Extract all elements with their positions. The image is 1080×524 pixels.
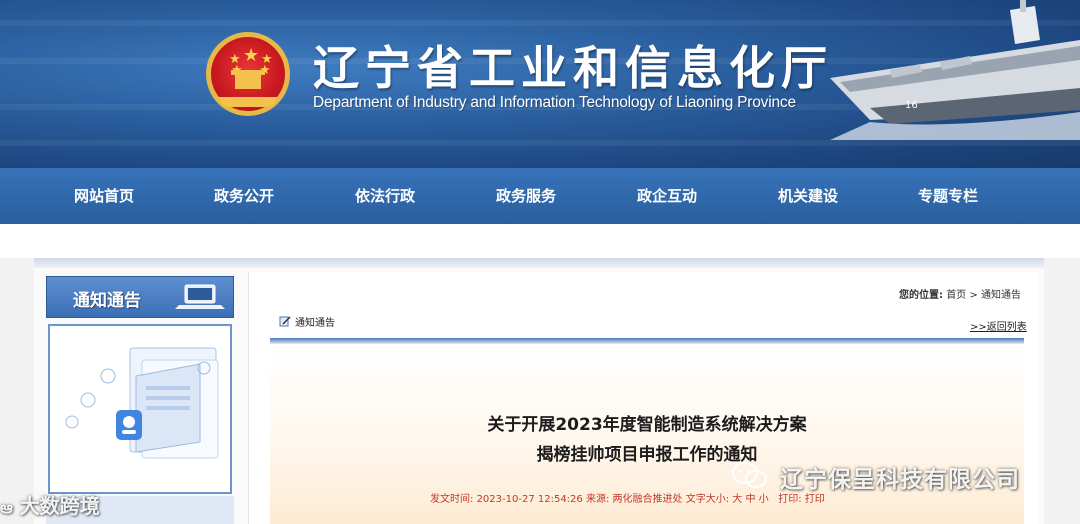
meta-source-label: 来源: bbox=[585, 494, 610, 505]
laptop-icon bbox=[175, 284, 225, 309]
breadcrumb: 您的位置: 首页 > 通知通告 bbox=[899, 286, 1021, 301]
breadcrumb-separator: > bbox=[969, 290, 978, 301]
wechat-logo-icon bbox=[732, 462, 767, 488]
nav-item-home[interactable]: 网站首页 bbox=[34, 168, 174, 224]
main-nav: 网站首页 政务公开 依法行政 政务服务 政企互动 机关建设 专题专栏 bbox=[0, 168, 1080, 224]
national-emblem-icon: ★ ★ ★ ★ ★ bbox=[206, 32, 290, 116]
meta-font-size-label: 文字大小: bbox=[685, 494, 730, 505]
meta-print-label: 打印: bbox=[778, 494, 802, 505]
article-meta: 发文时间: 2023-10-27 12:54:26 来源: 两化融合推进处 文字… bbox=[430, 490, 825, 505]
content-frame-top bbox=[34, 258, 1044, 268]
nav-item-special[interactable]: 专题专栏 bbox=[878, 168, 1018, 224]
meta-source: 两化融合推进处 bbox=[612, 494, 683, 505]
print-link[interactable]: 打印 bbox=[805, 494, 825, 505]
pencil-icon bbox=[279, 316, 291, 327]
sidebar-heading-label: 通知通告 bbox=[73, 291, 141, 311]
site-title-chinese: 辽宁省工业和信息化厅 bbox=[313, 41, 833, 95]
font-size-medium[interactable]: 中 bbox=[745, 494, 755, 505]
left-gutter bbox=[0, 258, 34, 524]
nav-item-organization[interactable]: 机关建设 bbox=[738, 168, 878, 224]
header-banner: ★ ★ ★ ★ ★ 辽宁省工业和信息化厅 Department of Indus… bbox=[0, 0, 1080, 168]
meta-date: 2023-10-27 12:54:26 bbox=[476, 494, 583, 505]
notice-illustration-icon bbox=[65, 347, 219, 459]
site-title-english: Department of Industry and Information T… bbox=[313, 94, 796, 111]
nav-item-interaction[interactable]: 政企互动 bbox=[597, 168, 737, 224]
nav-item-gov-affairs[interactable]: 政务公开 bbox=[174, 168, 314, 224]
watermark-left: ఆ 大数跨境 bbox=[0, 490, 100, 521]
breadcrumb-home[interactable]: 首页 bbox=[946, 290, 966, 301]
font-size-small[interactable]: 小 bbox=[759, 494, 769, 505]
back-to-list-link[interactable]: >>返回列表 bbox=[970, 318, 1027, 333]
font-size-large[interactable]: 大 bbox=[732, 494, 742, 505]
section-divider bbox=[270, 338, 1024, 344]
sidebar-heading[interactable]: 通知通告 bbox=[46, 276, 234, 318]
sidebar-illustration-panel bbox=[48, 324, 232, 494]
breadcrumb-label: 您的位置: bbox=[899, 290, 943, 301]
nav-item-law[interactable]: 依法行政 bbox=[315, 168, 455, 224]
meta-date-label: 发文时间: bbox=[430, 494, 474, 505]
right-gutter bbox=[1044, 258, 1080, 524]
aircraft-carrier-image: 16 bbox=[830, 0, 1080, 140]
watermark-right: 辽宁保呈科技有限公司 bbox=[780, 467, 1020, 493]
watermark-left-text: 大数跨境 bbox=[19, 494, 100, 518]
nav-item-services[interactable]: 政务服务 bbox=[456, 168, 596, 224]
breadcrumb-current[interactable]: 通知通告 bbox=[981, 290, 1021, 301]
article-title-line1: 关于开展2023年度智能制造系统解决方案 bbox=[487, 415, 807, 435]
hull-number: 16 bbox=[905, 100, 918, 111]
section-title: 通知通告 bbox=[295, 318, 335, 329]
wechat-icon: ఆ bbox=[0, 498, 13, 517]
